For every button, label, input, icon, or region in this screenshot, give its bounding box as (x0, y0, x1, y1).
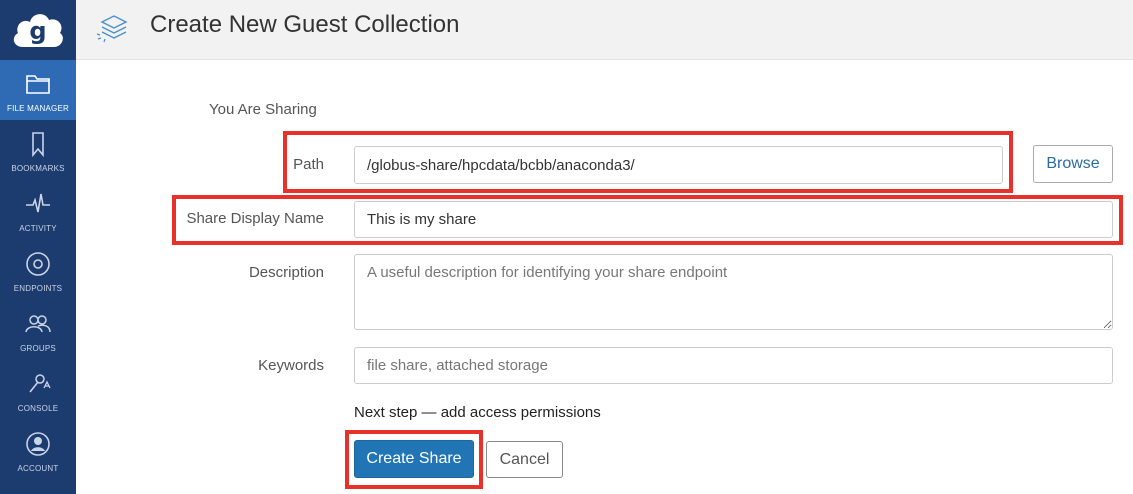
account-icon (26, 432, 50, 456)
page-title: Create New Guest Collection (150, 11, 460, 38)
console-icon (29, 374, 51, 393)
sidebar-item-label: FILE MANAGER (7, 104, 69, 113)
endpoint-icon (26, 252, 50, 276)
page-header: Create New Guest Collection (76, 0, 1133, 60)
activity-icon (26, 193, 50, 213)
sidebar-item-label: ACTIVITY (19, 224, 57, 233)
sidebar-item-bookmarks[interactable]: BOOKMARKS (0, 120, 76, 180)
sidebar-item-activity[interactable]: ACTIVITY (0, 180, 76, 240)
keywords-input[interactable] (354, 347, 1113, 384)
display-name-input[interactable] (354, 201, 1113, 238)
sidebar-item-endpoints[interactable]: ENDPOINTS (0, 240, 76, 300)
sidebar-item-label: ENDPOINTS (13, 284, 63, 293)
bookmark-icon (32, 132, 44, 158)
sidebar-item-groups[interactable]: GROUPS (0, 300, 76, 360)
description-textarea[interactable] (354, 254, 1113, 330)
description-label: Description (248, 264, 324, 281)
browse-button[interactable]: Browse (1033, 145, 1113, 183)
globus-logo-icon: g (13, 14, 63, 47)
create-share-button[interactable]: Create Share (354, 440, 474, 478)
sidebar-item-account[interactable]: ACCOUNT (0, 420, 76, 480)
layers-icon (96, 15, 128, 43)
sidebar-item-console[interactable]: CONSOLE (0, 360, 76, 420)
sidebar-item-label: ACCOUNT (17, 464, 59, 473)
path-input[interactable] (354, 146, 1003, 184)
sidebar-item-file-manager[interactable]: FILE MANAGER (0, 60, 76, 120)
groups-icon (25, 315, 51, 333)
display-name-label: Share Display Name (186, 210, 324, 227)
sidebar: g FILE MANAGER BOOKMARKS ACTIVITY ENDPOI… (0, 0, 76, 494)
sidebar-item-label: GROUPS (20, 344, 56, 353)
globus-logo[interactable]: g (0, 0, 76, 60)
folder-icon (26, 75, 50, 94)
next-step-text: Next step — add access permissions (354, 404, 601, 421)
cancel-button[interactable]: Cancel (486, 441, 563, 478)
sidebar-item-label: BOOKMARKS (11, 164, 65, 173)
keywords-label: Keywords (258, 357, 324, 374)
path-label: Path (293, 156, 324, 173)
sidebar-item-label: CONSOLE (17, 404, 59, 413)
section-label: You Are Sharing (209, 101, 317, 118)
svg-text:g: g (29, 17, 46, 45)
